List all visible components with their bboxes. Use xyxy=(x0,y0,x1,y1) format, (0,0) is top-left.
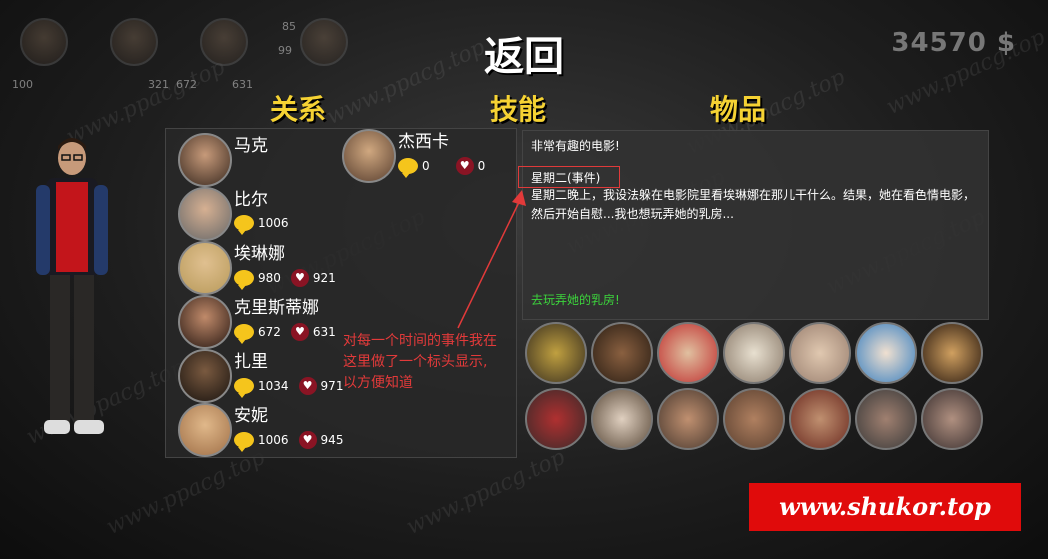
hud-avatar[interactable] xyxy=(110,18,158,66)
contact-avatar xyxy=(178,187,232,241)
hud-stat: 672 xyxy=(176,78,197,91)
contact-avatar xyxy=(178,133,232,187)
event-thumbnail[interactable] xyxy=(657,388,719,450)
annotation-text: 对每一个时间的事件我在这里做了一个标头显示, 以方便知道 xyxy=(343,333,497,391)
event-thumbnail-grid xyxy=(523,322,988,452)
hud-avatar[interactable] xyxy=(20,18,68,66)
contact-avatar xyxy=(178,241,232,295)
contacts-panel: 马克 比尔 1006 埃琳娜 980 ♥ 921 克里斯蒂娜 672 ♥ 631… xyxy=(165,128,517,458)
heart-icon: ♥ xyxy=(290,269,309,287)
chat-bubble-icon xyxy=(234,378,254,398)
heart-icon: ♥ xyxy=(290,323,309,341)
hud-stat: 631 xyxy=(232,78,253,91)
affection-count: 921 xyxy=(312,271,336,285)
contact-name: 马克 xyxy=(234,136,268,156)
tab-items[interactable]: 物品 xyxy=(710,88,766,128)
contact-item-mark[interactable]: 马克 xyxy=(178,133,348,187)
tab-relations[interactable]: 关系 xyxy=(270,88,326,128)
event-thumbnail[interactable] xyxy=(921,322,983,384)
tab-skills[interactable]: 技能 xyxy=(490,88,546,128)
event-thumbnail[interactable] xyxy=(855,322,917,384)
watermark-text: www.ppacg.top xyxy=(102,444,269,541)
event-tag-highlight-box xyxy=(518,166,620,188)
money-display: 34570 $ xyxy=(891,28,1016,58)
heart-icon: ♥ xyxy=(298,431,317,449)
chat-count: 980 xyxy=(258,271,281,285)
chat-bubble-icon xyxy=(234,432,254,452)
event-thumbnail[interactable] xyxy=(657,322,719,384)
chat-bubble-icon xyxy=(234,324,254,344)
chat-bubble-icon xyxy=(234,270,254,290)
hud-stat: 100 xyxy=(12,78,33,91)
contact-item-zari[interactable]: 扎里 1034 ♥ 971 xyxy=(178,349,358,403)
back-button[interactable]: 返回 xyxy=(478,32,570,82)
contact-avatar xyxy=(178,403,232,457)
event-thumbnail[interactable] xyxy=(591,322,653,384)
chat-count: 672 xyxy=(258,325,281,339)
contact-item-elena[interactable]: 埃琳娜 980 ♥ 921 xyxy=(178,241,348,295)
hud-stat: 321 xyxy=(148,78,169,91)
heart-icon: ♥ xyxy=(298,377,317,395)
affection-count: 631 xyxy=(312,325,336,339)
hud-stat: 85 xyxy=(282,20,296,33)
event-description: 星期二晚上，我设法躲在电影院里看埃琳娜在那儿干什么。结果，她在看色情电影，然后开… xyxy=(531,188,976,221)
contact-item-jessica[interactable]: 杰西卡 0 ♥ 0 xyxy=(342,129,512,183)
contact-name: 比尔 xyxy=(234,190,268,210)
event-thumbnail[interactable] xyxy=(855,388,917,450)
contact-avatar xyxy=(178,295,232,349)
watermark-text: www.ppacg.top xyxy=(402,444,569,541)
chat-count: 1034 xyxy=(258,379,289,393)
chat-count: 1006 xyxy=(258,433,289,447)
affection-count: 971 xyxy=(320,379,344,393)
heart-icon: ♥ xyxy=(455,157,474,175)
contact-avatar xyxy=(178,349,232,403)
contact-item-bill[interactable]: 比尔 1006 xyxy=(178,187,348,241)
contact-avatar xyxy=(342,129,396,183)
chat-bubble-icon xyxy=(398,158,418,178)
contact-name: 埃琳娜 xyxy=(234,244,285,264)
chat-bubble-icon xyxy=(234,215,254,235)
chat-count: 1006 xyxy=(258,216,289,230)
chat-count: 0 xyxy=(422,159,430,173)
event-detail-panel: 非常有趣的电影! 星期二(事件) 星期二晚上，我设法躲在电影院里看埃琳娜在那儿干… xyxy=(522,130,989,320)
event-thumbnail[interactable] xyxy=(723,322,785,384)
contact-name: 扎里 xyxy=(234,352,268,372)
event-thumbnail[interactable] xyxy=(789,388,851,450)
event-thumbnail[interactable] xyxy=(591,388,653,450)
contact-name: 安妮 xyxy=(234,406,268,426)
hud-avatar[interactable] xyxy=(300,18,348,66)
event-thumbnail[interactable] xyxy=(921,388,983,450)
event-thumbnail[interactable] xyxy=(525,322,587,384)
event-action-link[interactable]: 去玩弄她的乳房! xyxy=(531,291,620,308)
hud-avatar[interactable] xyxy=(200,18,248,66)
site-badge: www.shukor.top xyxy=(749,483,1021,531)
contact-item-annie[interactable]: 安妮 1006 ♥ 945 xyxy=(178,403,358,457)
affection-count: 945 xyxy=(320,433,344,447)
player-character xyxy=(36,138,108,434)
affection-count: 0 xyxy=(477,159,486,173)
contact-name: 杰西卡 xyxy=(398,132,449,152)
event-thumbnail[interactable] xyxy=(525,388,587,450)
event-thumbnail[interactable] xyxy=(789,322,851,384)
contact-name: 克里斯蒂娜 xyxy=(234,298,319,318)
event-title: 非常有趣的电影! xyxy=(531,139,620,153)
hud-stat: 99 xyxy=(278,44,292,57)
event-thumbnail[interactable] xyxy=(723,388,785,450)
